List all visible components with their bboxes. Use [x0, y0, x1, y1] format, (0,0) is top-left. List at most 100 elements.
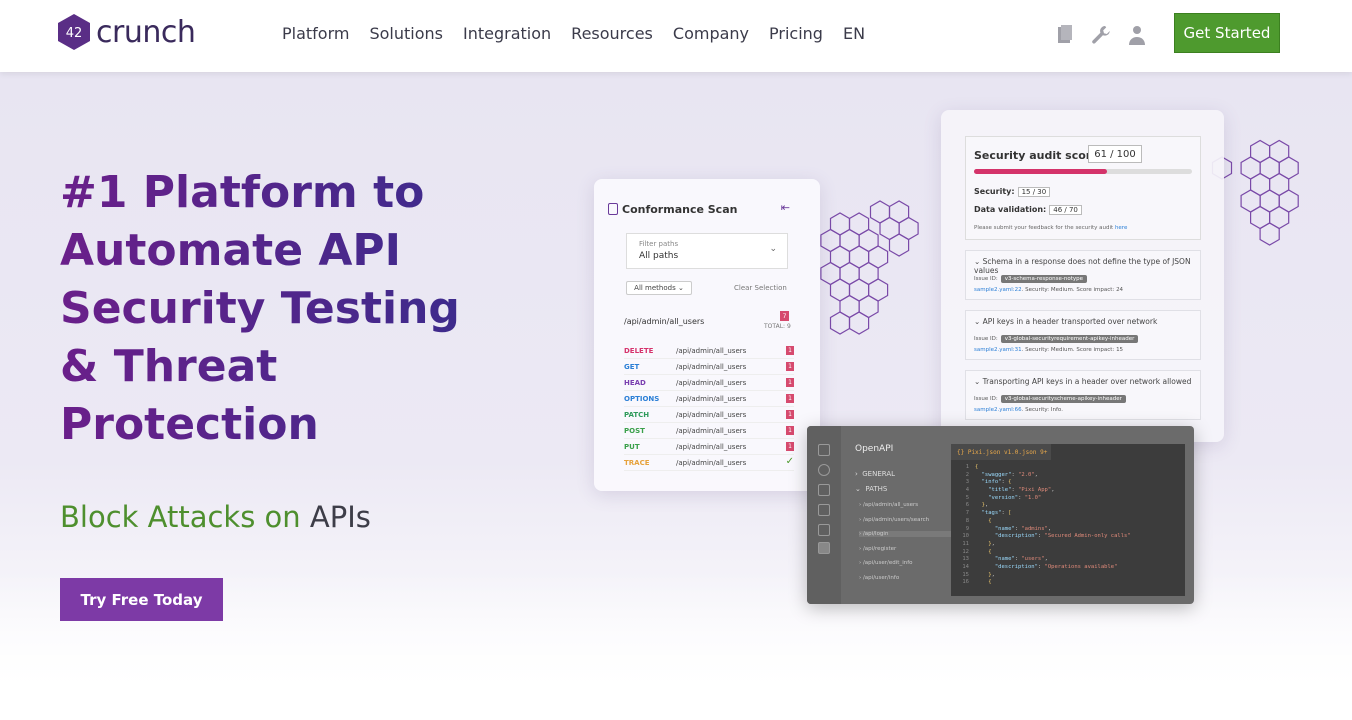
scan-method: POST — [624, 426, 645, 435]
nav-integration[interactable]: Integration — [463, 24, 551, 43]
wrench-icon[interactable] — [1090, 24, 1112, 46]
scan-row-path: /api/admin/all_users — [676, 378, 747, 387]
document-icon[interactable] — [1054, 24, 1076, 46]
sidebar-path-item[interactable]: › /api/admin/all_users — [859, 502, 951, 508]
sidebar-path-item[interactable]: › /api/user/info — [859, 575, 951, 581]
nav-company[interactable]: Company — [673, 24, 749, 43]
audit-feedback: Please submit your feedback for the secu… — [974, 225, 1128, 231]
filter-label: Filter paths — [639, 240, 679, 248]
scan-row-path: /api/admin/all_users — [676, 442, 747, 451]
get-started-button[interactable]: Get Started — [1174, 13, 1280, 53]
audit-issue[interactable]: ⌄ Transporting API keys in a header over… — [965, 370, 1201, 420]
issue-info: sample2.yaml:22. Security: Medium. Score… — [974, 287, 1124, 293]
scan-row[interactable]: OPTIONS/api/admin/all_users 1 — [624, 391, 794, 407]
conformance-scan-card: Conformance Scan ⇤ Filter paths All path… — [594, 179, 820, 491]
issue-title: ⌄ Transporting API keys in a header over… — [974, 377, 1192, 386]
issue-count-badge: 1 — [786, 346, 794, 355]
filter-paths-select[interactable]: Filter paths All paths ⌄ — [626, 233, 788, 269]
code-line: 11 }, — [962, 540, 995, 547]
methods-select[interactable]: All methods ⌄ — [626, 281, 692, 295]
scan-total: TOTAL: 9 — [764, 323, 791, 330]
issue-count-badge: 1 — [786, 442, 794, 451]
search-icon[interactable] — [818, 464, 830, 476]
scan-row[interactable]: PATCH/api/admin/all_users 1 — [624, 407, 794, 423]
hex-shape — [888, 233, 910, 257]
total-badge: 7 — [780, 311, 789, 321]
code-line: 7 "tags": [ — [965, 510, 1012, 517]
issue-info: sample2.yaml:66. Security: Info. — [974, 407, 1063, 413]
audit-issue[interactable]: ⌄ API keys in a header transported over … — [965, 310, 1201, 360]
clear-selection-link[interactable]: Clear Selection — [734, 284, 787, 292]
hex-shape — [829, 311, 851, 335]
issue-count-badge: 1 — [786, 426, 794, 435]
scan-row[interactable]: PUT/api/admin/all_users 1 — [624, 439, 794, 455]
filter-value: All paths — [639, 251, 679, 261]
subhead-green: Block Attacks on — [60, 500, 301, 534]
audit-issue[interactable]: ⌄ Schema in a response does not define t… — [965, 250, 1201, 300]
nav-solutions[interactable]: Solutions — [369, 24, 443, 43]
nav-resources[interactable]: Resources — [571, 24, 653, 43]
branch-icon[interactable] — [818, 484, 830, 496]
feedback-link[interactable]: here — [1115, 225, 1127, 231]
files-icon[interactable] — [818, 444, 830, 456]
scan-row[interactable]: POST/api/admin/all_users 1 — [624, 423, 794, 439]
svg-text:42: 42 — [66, 26, 83, 41]
scan-method: PATCH — [624, 410, 650, 419]
scan-row-path: /api/admin/all_users — [676, 410, 747, 419]
openapi-editor-card: OpenAPI › GENERAL ⌄ PATHS › /api/admin/a… — [807, 426, 1194, 604]
scan-row[interactable]: TRACE/api/admin/all_users ✓ — [624, 455, 794, 471]
sidebar-path-item[interactable]: › /api/register — [859, 546, 951, 552]
sidebar-path-item[interactable]: › /api/admin/users/search — [859, 517, 951, 523]
scan-row-path: /api/admin/all_users — [676, 458, 747, 467]
debug-icon[interactable] — [818, 504, 830, 516]
scan-method: HEAD — [624, 378, 646, 387]
editor-activity-bar — [807, 426, 841, 604]
scan-method: GET — [624, 362, 640, 371]
issue-title: ⌄ API keys in a header transported over … — [974, 317, 1158, 326]
nav-platform[interactable]: Platform — [282, 24, 349, 43]
check-icon: ✓ — [785, 456, 794, 467]
try-free-button[interactable]: Try Free Today — [60, 578, 223, 621]
editor-tab[interactable]: {} Pixi.json v1.0.json 9+ — [951, 444, 1051, 460]
code-line: 15 }, — [962, 571, 995, 578]
hero-section: #1 Platform to Automate API Security Tes… — [0, 72, 1352, 720]
code-line: 3 "info": { — [965, 479, 1012, 486]
logo[interactable]: 42 crunch — [56, 12, 196, 52]
scan-row-path: /api/admin/all_users — [676, 426, 747, 435]
validation-score: Data validation: 46 / 70 — [974, 205, 1082, 215]
sidebar-path-item[interactable]: › /api/login — [859, 531, 951, 537]
scan-row[interactable]: HEAD/api/admin/all_users 1 — [624, 375, 794, 391]
chevron-down-icon: ⌄ — [769, 244, 777, 254]
issue-count-badge: 1 — [786, 410, 794, 419]
sidebar-path-item[interactable]: › /api/user/edit_info — [859, 560, 951, 566]
scan-method: TRACE — [624, 458, 650, 467]
code-line: 14 "description": "Operations available" — [962, 563, 1118, 570]
subhead-dark: APIs — [309, 500, 371, 534]
nav-pricing[interactable]: Pricing — [769, 24, 823, 43]
scan-row-path: /api/admin/all_users — [676, 394, 747, 403]
api-icon[interactable] — [818, 542, 830, 554]
scan-method: PUT — [624, 442, 640, 451]
audit-score-value: 61 / 100 — [1088, 145, 1142, 163]
extensions-icon[interactable] — [818, 524, 830, 536]
nav-language[interactable]: EN — [843, 24, 865, 43]
user-icon[interactable] — [1126, 24, 1148, 46]
security-score: Security: 15 / 30 — [974, 187, 1051, 197]
issue-info: sample2.yaml:31. Security: Medium. Score… — [974, 347, 1124, 353]
code-line: 4 "title": "Pixi App", — [965, 487, 1055, 494]
collapse-icon[interactable]: ⇤ — [781, 201, 790, 214]
hero-headline: #1 Platform to Automate API Security Tes… — [60, 164, 490, 454]
sidebar-paths[interactable]: ⌄ PATHS — [855, 485, 887, 493]
main-nav: Platform Solutions Integration Resources… — [282, 24, 865, 43]
scan-rows: DELETE/api/admin/all_users 1 GET/api/admin… — [624, 343, 794, 471]
scan-title: Conformance Scan — [622, 203, 738, 216]
code-lines: 1{2 "swagger": "2.0", 3 "info": {4 "title… — [951, 464, 1185, 587]
methods-label: All methods — [634, 284, 676, 292]
sidebar-general[interactable]: › GENERAL — [855, 470, 895, 478]
scan-row[interactable]: DELETE/api/admin/all_users 1 — [624, 343, 794, 359]
code-editor[interactable]: {} Pixi.json v1.0.json 9+ 1{2 "swagger":… — [951, 444, 1185, 596]
site-header: 42 crunch Platform Solutions Integration… — [0, 0, 1352, 72]
scan-row[interactable]: GET/api/admin/all_users 1 — [624, 359, 794, 375]
logo-hex-icon: 42 — [58, 14, 90, 50]
security-audit-card: Security audit score: 61 / 100 Security:… — [941, 110, 1224, 442]
